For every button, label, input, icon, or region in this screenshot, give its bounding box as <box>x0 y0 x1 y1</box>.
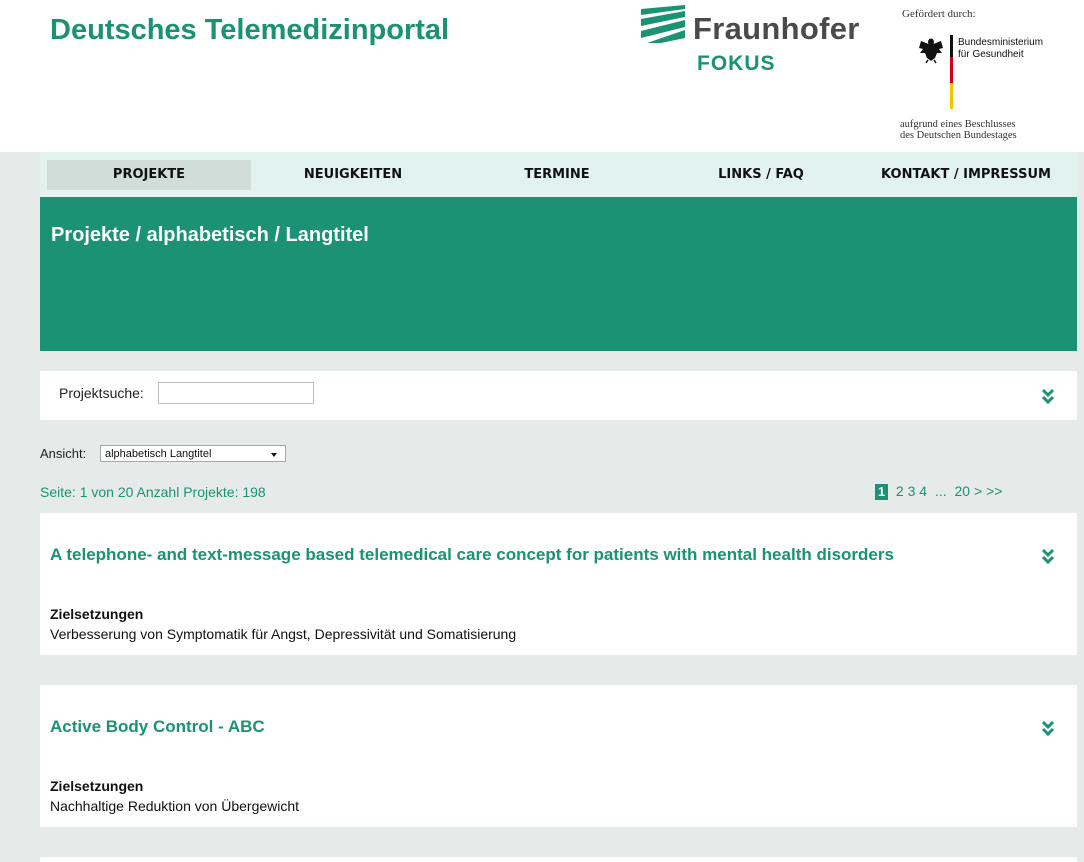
page-next[interactable]: > <box>974 483 982 499</box>
nav-item-kontakt-impressum[interactable]: KONTAKT / IMPRESSUM <box>863 160 1069 190</box>
project-search-panel: Projektsuche: <box>40 371 1077 420</box>
bundestag-decision-note: aufgrund eines Beschlusses des Deutschen… <box>900 119 1017 141</box>
ministry-name: Bundesministerium für Gesundheit <box>958 37 1043 61</box>
page-link-2[interactable]: 2 <box>896 483 904 499</box>
site-title[interactable]: Deutsches Telemedizinportal <box>50 14 449 47</box>
page-banner: Projekte / alphabetisch / Langtitel <box>40 197 1077 351</box>
nav-item-projekte[interactable]: PROJEKTE <box>47 160 251 190</box>
project-card <box>40 857 1077 862</box>
nav-item-links-faq[interactable]: LINKS / FAQ <box>659 160 863 190</box>
site-header: Deutsches Telemedizinportal Fraunhofer F… <box>0 0 1084 152</box>
search-label: Projektsuche: <box>59 385 144 401</box>
project-card: A telephone- and text-message based tele… <box>40 513 1077 655</box>
project-goal-text: Verbesserung von Symptomatik für Angst, … <box>50 626 517 642</box>
nav-item-termine[interactable]: TERMINE <box>455 160 659 190</box>
view-select-value: alphabetisch Langtitel <box>105 448 212 460</box>
funded-by-label: Gefördert durch: <box>902 8 976 20</box>
project-goal-label: Zielsetzungen <box>50 606 144 622</box>
page-title: Projekte / alphabetisch / Langtitel <box>51 224 369 246</box>
page-link-3[interactable]: 3 <box>908 483 916 499</box>
decision-line1: aufgrund eines Beschlusses <box>900 119 1016 130</box>
page-info: Seite: 1 von 20 Anzahl Projekte: 198 <box>40 484 266 500</box>
view-label: Ansicht: <box>40 446 87 461</box>
federal-eagle-icon <box>919 38 943 64</box>
page-link-4[interactable]: 4 <box>919 483 927 499</box>
decision-line2: des Deutschen Bundestages <box>900 130 1017 141</box>
search-input[interactable] <box>158 382 314 404</box>
ministry-name-line1: Bundesministerium <box>958 37 1044 48</box>
ministry-name-line2: für Gesundheit <box>958 49 1024 60</box>
page-link-last[interactable]: 20 <box>955 483 971 499</box>
main-nav: PROJEKTE NEUIGKEITEN TERMINE LINKS / FAQ… <box>40 152 1077 197</box>
page-ellipsis: ... <box>934 483 947 499</box>
chevron-double-down-icon[interactable] <box>1041 720 1055 736</box>
chevron-double-down-icon[interactable] <box>1041 548 1055 564</box>
project-goal-label: Zielsetzungen <box>50 778 144 794</box>
dropdown-arrow-icon <box>271 453 277 457</box>
page-next-all[interactable]: >> <box>986 483 1002 499</box>
pagination: 1 2 3 4 ... 20 > >> <box>875 483 1002 500</box>
project-title[interactable]: Active Body Control - ABC <box>50 717 265 737</box>
fraunhofer-name: Fraunhofer <box>693 11 860 46</box>
fraunhofer-fokus: FOKUS <box>697 52 776 75</box>
project-title[interactable]: A telephone- and text-message based tele… <box>50 545 894 565</box>
ministry-logo[interactable]: Gefördert durch: Bundesministerium für G… <box>900 8 1050 148</box>
project-card: Active Body Control - ABC Zielsetzungen … <box>40 685 1077 827</box>
page-current[interactable]: 1 <box>875 484 888 500</box>
fraunhofer-logo[interactable]: Fraunhofer FOKUS <box>641 5 871 77</box>
view-select[interactable]: alphabetisch Langtitel <box>100 445 286 462</box>
nav-item-neuigkeiten[interactable]: NEUIGKEITEN <box>251 160 455 190</box>
german-flag-stripe <box>950 35 953 109</box>
fraunhofer-mark-icon <box>641 5 685 43</box>
chevron-double-down-icon[interactable] <box>1041 388 1055 404</box>
project-goal-text: Nachhaltige Reduktion von Übergewicht <box>50 798 300 814</box>
